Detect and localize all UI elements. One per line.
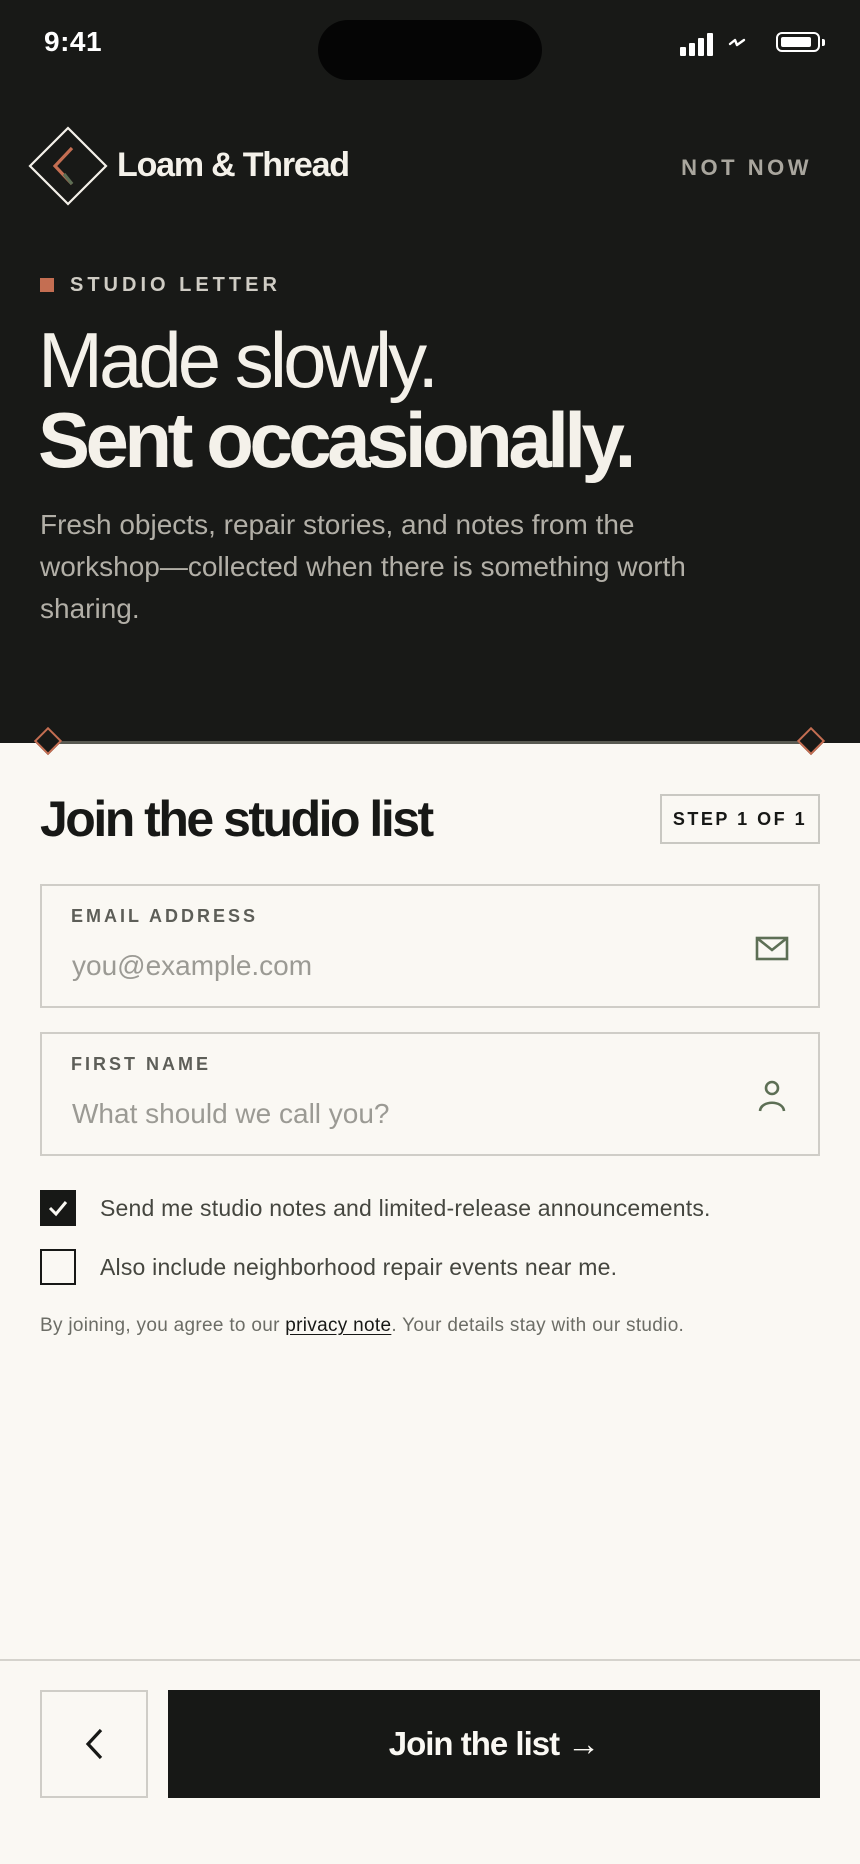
- email-field[interactable]: EMAIL ADDRESS: [40, 884, 820, 1008]
- privacy-note-link[interactable]: privacy note: [285, 1315, 391, 1336]
- first-name-field-label: FIRST NAME: [71, 1054, 211, 1074]
- mail-icon: [755, 936, 789, 961]
- email-field-label: EMAIL ADDRESS: [71, 906, 259, 926]
- repair-events-option[interactable]: Also include neighborhood repair events …: [40, 1248, 617, 1286]
- not-now-button[interactable]: NOT NOW: [681, 155, 812, 181]
- dynamic-island: [318, 20, 542, 80]
- studio-notes-checkbox[interactable]: [40, 1190, 76, 1226]
- person-icon: [758, 1080, 786, 1112]
- eyebrow-square: [40, 278, 54, 292]
- step-badge: STEP 1 OF 1: [660, 794, 820, 844]
- first-name-input[interactable]: [72, 1092, 712, 1136]
- brand-name: Loam & Thread: [117, 146, 350, 184]
- studio-notes-label: Send me studio notes and limited-release…: [100, 1194, 711, 1221]
- diamond-chevron-logo-icon: [28, 126, 108, 206]
- hero-divider: [48, 741, 812, 744]
- status-bar: 9:41: [0, 0, 860, 90]
- status-time: 9:41: [44, 26, 103, 57]
- hero-section: 9:41 Loam & Thread NOT NOW STUDIO LETTER: [0, 0, 860, 743]
- form-title: Join the studio list: [40, 791, 434, 847]
- eyebrow-text: STUDIO LETTER: [70, 274, 281, 296]
- headline-line-2: Sent occasionally.: [38, 396, 636, 484]
- email-input[interactable]: [72, 944, 712, 988]
- repair-events-checkbox[interactable]: [40, 1249, 76, 1285]
- headline: Made slowly. Sent occasionally.: [38, 320, 838, 480]
- legal-note: By joining, you agree to our privacy not…: [40, 1315, 684, 1337]
- first-name-field[interactable]: FIRST NAME: [40, 1032, 820, 1156]
- hero-subtitle: Fresh objects, repair stories, and notes…: [40, 509, 686, 624]
- legal-prefix: By joining, you agree to our: [40, 1315, 286, 1336]
- repair-events-label: Also include neighborhood repair events …: [100, 1253, 618, 1280]
- signal-icon: [680, 30, 716, 56]
- studio-notes-option[interactable]: Send me studio notes and limited-release…: [40, 1189, 711, 1227]
- footer-divider: [0, 1659, 860, 1661]
- status-icons: [680, 30, 825, 56]
- wifi-icon: [728, 38, 746, 47]
- legal-suffix: . Your details stay with our studio.: [391, 1315, 685, 1336]
- checkmark-icon: [48, 1201, 68, 1217]
- headline-line-1: Made slowly.: [38, 316, 439, 404]
- battery-icon: [776, 32, 825, 52]
- chevron-left-icon: [85, 1728, 103, 1760]
- join-the-list-button[interactable]: Join the list →: [168, 1690, 820, 1798]
- back-button[interactable]: [40, 1690, 148, 1798]
